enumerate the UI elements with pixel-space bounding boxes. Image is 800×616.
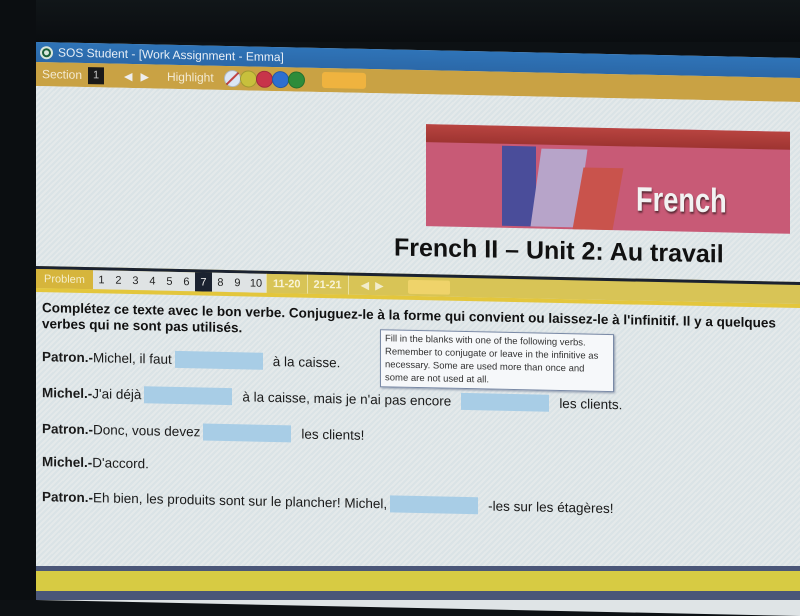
problem-6[interactable]: 6 <box>177 271 195 292</box>
highlight-label: Highlight <box>166 69 214 85</box>
monitor-bezel <box>0 0 800 42</box>
speaker: Patron.- <box>42 489 94 506</box>
problem-range-11-20[interactable]: 11-20 <box>265 273 307 294</box>
answer-blank-1[interactable] <box>174 350 263 370</box>
problem-next-arrow-icon[interactable]: ▶ <box>375 279 383 292</box>
banner-title: French <box>636 180 727 221</box>
line-text: Donc, vous devez <box>93 422 201 440</box>
line-text: Eh bien, les produits sont sur le planch… <box>93 490 388 512</box>
line-text: J'ai déjà <box>92 386 142 403</box>
speaker: Patron.- <box>42 421 94 438</box>
section-label: Section <box>42 67 83 82</box>
flag-blue <box>502 145 536 227</box>
banner-stripe <box>426 124 790 150</box>
dialogue-line-4: Michel.- D'accord. <box>42 454 149 471</box>
sticky-note-button[interactable] <box>321 71 366 89</box>
highlight-swatches <box>223 69 305 89</box>
line-text: à la caisse. <box>272 353 341 371</box>
problem-1[interactable]: 1 <box>92 270 110 290</box>
footer-strip <box>36 571 800 591</box>
highlight-red-button[interactable] <box>255 70 273 88</box>
content-area: French French II – Unit 2: Au travail Pr… <box>36 86 800 593</box>
line-text: les clients. <box>559 395 623 413</box>
problem-label: Problem <box>36 269 93 290</box>
course-banner: French <box>426 124 790 234</box>
window-title: SOS Student - [Work Assignment - Emma] <box>58 45 284 65</box>
problem-4[interactable]: 4 <box>143 271 161 291</box>
dialogue-line-3: Patron.- Donc, vous devez les clients! <box>42 420 364 444</box>
app-logo-icon <box>40 45 53 59</box>
section-next-arrow-icon[interactable]: ▶ <box>141 70 149 83</box>
problem-7-active[interactable]: 7 <box>194 272 212 292</box>
problem-5[interactable]: 5 <box>160 271 178 291</box>
problem-10[interactable]: 10 <box>245 273 266 293</box>
line-text: Michel, il faut <box>93 350 172 367</box>
instructions-tooltip: Fill in the blanks with one of the follo… <box>380 329 614 393</box>
section-number[interactable]: 1 <box>88 66 105 84</box>
speaker: Patron.- <box>42 349 94 366</box>
speaker: Michel.- <box>42 385 93 402</box>
highlight-yellow-button[interactable] <box>239 69 257 88</box>
problem-2[interactable]: 2 <box>109 270 127 290</box>
speaker: Michel.- <box>42 454 93 471</box>
line-text: les clients! <box>301 426 365 443</box>
problem-prev-arrow-icon[interactable]: ◀ <box>361 279 369 292</box>
problem-8[interactable]: 8 <box>211 272 229 293</box>
problem-9[interactable]: 9 <box>228 273 246 293</box>
highlight-blue-button[interactable] <box>271 70 289 88</box>
line-text: -les sur les étagères! <box>488 498 614 517</box>
problem-range-21-21[interactable]: 21-21 <box>306 274 348 295</box>
highlight-clear-button[interactable] <box>223 69 241 87</box>
line-text: à la caisse, mais je n'ai pas encore <box>242 389 452 409</box>
dialogue-line-5: Patron.- Eh bien, les produits sont sur … <box>42 488 613 517</box>
answer-blank-3[interactable] <box>461 392 550 412</box>
problem-note-button[interactable] <box>407 279 450 295</box>
answer-blank-4[interactable] <box>203 423 292 443</box>
unit-title: French II – Unit 2: Au travail <box>394 233 724 269</box>
line-text: D'accord. <box>92 455 149 472</box>
highlight-green-button[interactable] <box>287 70 305 89</box>
dialogue-line-1: Patron.- Michel, il faut à la caisse. <box>42 348 340 371</box>
answer-blank-5[interactable] <box>390 495 479 515</box>
section-prev-arrow-icon[interactable]: ◀ <box>124 69 132 82</box>
answer-blank-2[interactable] <box>144 386 233 406</box>
app-window: SOS Student - [Work Assignment - Emma] S… <box>36 42 800 616</box>
problem-3[interactable]: 3 <box>126 270 144 291</box>
monitor-bezel-left <box>0 0 36 600</box>
